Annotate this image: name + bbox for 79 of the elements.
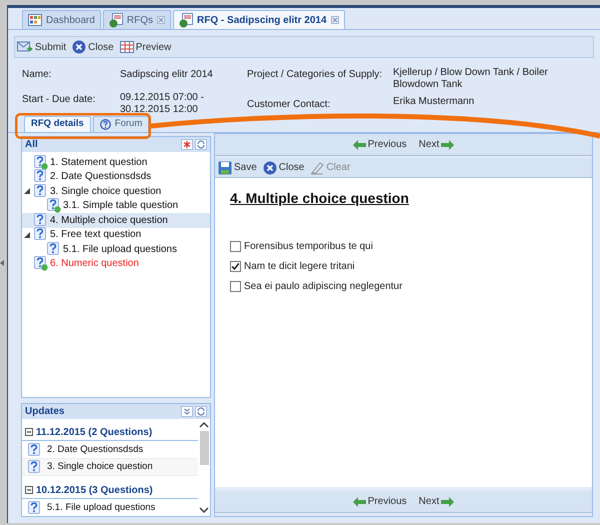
field-value: Kjellerup / Blow Down Tank / Boiler Blowdown Tank [393, 67, 549, 91]
tree-item[interactable]: 2. Date Questionsdsds [22, 170, 210, 184]
field-label: Project / Categories of Supply: [247, 68, 382, 82]
toolbar-button[interactable]: Submit [17, 40, 66, 54]
collapse-icon[interactable] [25, 428, 33, 436]
document-icon [179, 12, 194, 28]
left-arrow-icon [352, 496, 366, 506]
tree-item[interactable]: 5. Free text question [22, 228, 210, 242]
eraser-icon [310, 160, 324, 174]
field-value: Sadipscing elitr 2014 [120, 68, 213, 82]
tree-item[interactable]: 5.1. File upload questions [22, 242, 210, 256]
question-icon [28, 460, 42, 474]
tree-item-label: 3.1. Simple table question [63, 199, 178, 214]
left-arrow-icon [352, 140, 366, 150]
tab[interactable]: RFQ - Sadipscing elitr 2014 [173, 10, 345, 29]
tree-item-label: 5. Free text question [50, 228, 142, 242]
field-value: Erika Mustermann [393, 95, 474, 109]
double-chevron-icon[interactable] [181, 406, 193, 417]
tab[interactable]: Dashboard [22, 10, 101, 29]
tree-item[interactable]: 3.1. Simple table question [22, 198, 210, 213]
question-icon [28, 442, 42, 458]
toolbar-button[interactable]: Close [72, 40, 114, 54]
asterisk-icon[interactable] [181, 139, 193, 150]
toolbar-button[interactable]: Preview [120, 40, 172, 54]
tree-item-label: 6. Numeric question [50, 257, 139, 272]
option-checkbox[interactable]: Nam te dicit legere tritani [230, 259, 355, 274]
tab[interactable]: Forum [92, 116, 150, 132]
field-label: Start - Due date: [22, 93, 96, 107]
tree-item[interactable]: 4. Multiple choice question [22, 213, 210, 228]
left-caret-icon[interactable] [0, 260, 4, 266]
refresh-icon[interactable] [195, 139, 207, 150]
right-arrow-icon [441, 140, 454, 150]
update-item[interactable]: 3. Single choice question [22, 459, 198, 476]
group-header: 10.12.2015 (3 Questions) [36, 484, 153, 498]
close-icon [262, 160, 277, 174]
previous-button[interactable]: Previous [352, 137, 407, 152]
tree-item[interactable]: 3. Single choice question [22, 184, 210, 198]
grid-icon [120, 41, 134, 53]
field-label: Name: [22, 68, 52, 82]
tree-item-label: 2. Date Questionsdsds [50, 170, 152, 184]
tree-item-label: 3. Single choice question [50, 184, 162, 199]
panel-title: Updates [25, 405, 64, 419]
next-button[interactable]: Next [418, 137, 454, 152]
document-icon [108, 12, 123, 28]
help-icon [100, 119, 111, 130]
tree-item-label: 4. Multiple choice question [50, 214, 168, 228]
field-label: Customer Contact: [247, 98, 330, 112]
toolbar-button[interactable]: Save [218, 160, 257, 175]
refresh-icon[interactable] [195, 406, 207, 417]
next-button[interactable]: Next [418, 494, 454, 509]
field-value: 09.12.2015 07:00 - 30.12.2015 12:00 [120, 92, 205, 116]
previous-button[interactable]: Previous [352, 494, 407, 509]
collapse-icon[interactable] [25, 486, 33, 494]
checkbox-icon[interactable] [230, 281, 241, 292]
grid-icon [28, 14, 42, 26]
toolbar-button[interactable]: Close [262, 160, 304, 175]
option-checkbox[interactable]: Sea ei paulo adipiscing neglegentur [230, 279, 402, 294]
close-icon[interactable] [330, 16, 339, 24]
checkbox-icon[interactable] [230, 241, 241, 252]
scrollbar[interactable] [198, 419, 210, 516]
panel-title: All [25, 138, 38, 152]
update-item[interactable]: 5.1. File upload questions [22, 500, 198, 516]
tree-item[interactable]: 6. Numeric question [22, 256, 210, 271]
question-title: 4. Multiple choice question [230, 190, 409, 206]
tree-item[interactable]: 1. Statement question [22, 155, 210, 170]
expanded-icon[interactable] [24, 188, 30, 194]
tree-item-label: 1. Statement question [50, 156, 148, 170]
group-header: 11.12.2015 (2 Questions) [36, 426, 152, 440]
expanded-icon[interactable] [24, 232, 30, 238]
envelope-icon [17, 40, 33, 54]
close-icon [72, 40, 86, 54]
floppy-icon [218, 160, 232, 174]
right-arrow-icon [441, 496, 454, 506]
checked-checkbox-icon[interactable] [230, 261, 241, 272]
tree-item-label: 5.1. File upload questions [63, 242, 177, 257]
option-checkbox[interactable]: Forensibus temporibus te qui [230, 239, 373, 254]
tab[interactable]: RFQs [102, 10, 172, 29]
tab[interactable]: RFQ details [24, 116, 91, 132]
close-icon[interactable] [157, 16, 166, 24]
